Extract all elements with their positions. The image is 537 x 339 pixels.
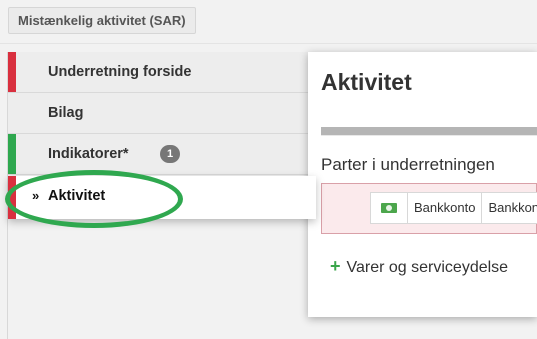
money-icon [371, 193, 408, 223]
add-goods-services-link[interactable]: + Varer og serviceydelse [330, 256, 508, 277]
plus-icon: + [330, 256, 341, 276]
sidebar-item-label: Indikatorer* [48, 146, 129, 162]
section-title: Parter i underretningen [321, 155, 495, 174]
add-link-label: Varer og serviceydelse [346, 259, 509, 276]
sidebar-item-aktivitet[interactable]: » Aktivitet [8, 176, 316, 219]
chevron-down-icon: » [32, 188, 40, 203]
divider [321, 135, 537, 136]
sidebar-item-bilag[interactable]: Bilag [8, 93, 308, 134]
main-panel: Aktivitet Parter i underretningen Bankko… [308, 52, 537, 317]
sidebar-item-indikatorer[interactable]: Indikatorer* 1 [8, 134, 308, 175]
party-type-cell: Bankkonto [482, 193, 537, 223]
status-bar-red [8, 176, 16, 219]
party-type-cell: Bankkonto [408, 193, 483, 223]
sidebar-item-underretning-forside[interactable]: Underretning forside [8, 52, 308, 93]
sidebar-item-label: Underretning forside [48, 64, 192, 80]
status-bar-green [8, 134, 16, 174]
sidebar-item-label: Bilag [48, 105, 84, 121]
party-row[interactable]: Bankkonto Bankkonto [321, 183, 537, 234]
party-cells: Bankkonto Bankkonto [370, 192, 537, 224]
sidebar-item-label: Aktivitet [48, 188, 106, 204]
top-bar: Mistænkelig aktivitet (SAR) [0, 0, 537, 44]
sar-button[interactable]: Mistænkelig aktivitet (SAR) [8, 7, 196, 34]
page-title: Aktivitet [321, 69, 412, 95]
sidebar: Underretning forside Bilag Indikatorer* … [0, 52, 316, 339]
count-badge: 1 [160, 145, 180, 163]
status-bar-red [8, 52, 16, 92]
